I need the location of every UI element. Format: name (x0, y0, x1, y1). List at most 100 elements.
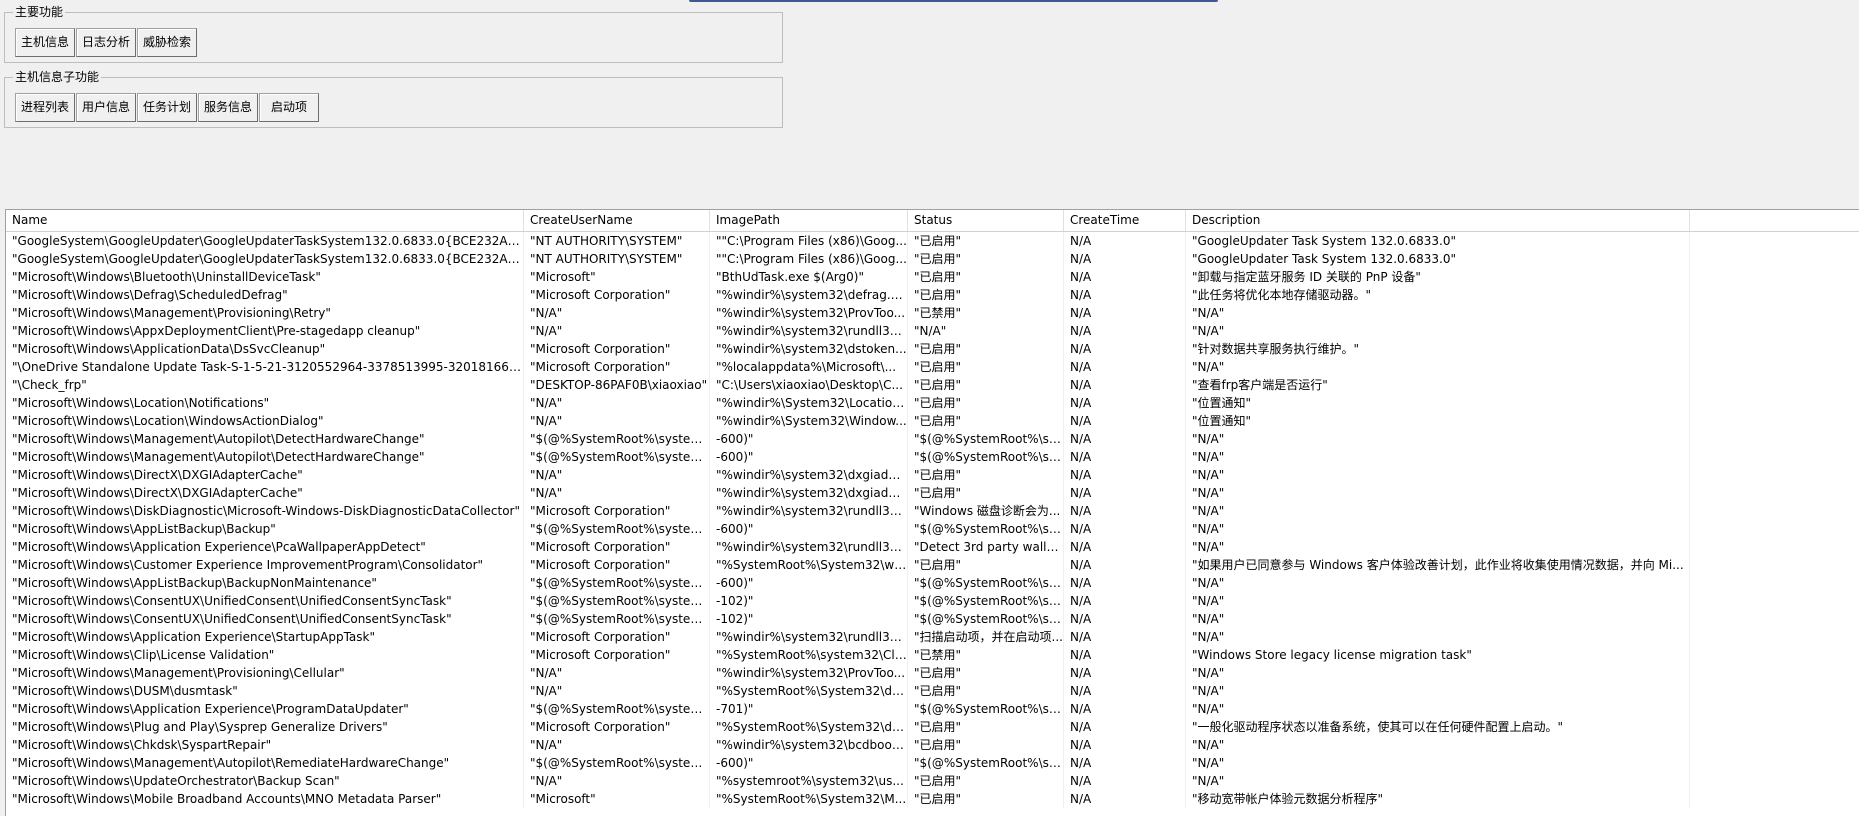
cell-status: "已启用" (908, 484, 1064, 502)
column-header-status[interactable]: Status (908, 210, 1064, 231)
table-row[interactable]: "Microsoft\Windows\Bluetooth\UninstallDe… (6, 268, 1859, 286)
host-info-subfunctions-legend: 主机信息子功能 (13, 69, 102, 85)
cell-create-user-name: "N/A" (524, 682, 710, 700)
host-info-button[interactable]: 主机信息 (15, 28, 76, 57)
table-row[interactable]: "\OneDrive Standalone Update Task-S-1-5-… (6, 358, 1859, 376)
table-row[interactable]: "Microsoft\Windows\Location\WindowsActio… (6, 412, 1859, 430)
cell-filler (1690, 286, 1859, 304)
table-row[interactable]: "Microsoft\Windows\DirectX\DXGIAdapterCa… (6, 484, 1859, 502)
table-row[interactable]: "Microsoft\Windows\Clip\License Validati… (6, 646, 1859, 664)
cell-image-path: "%SystemRoot%\System32\ws... (710, 556, 908, 574)
table-row[interactable]: "Microsoft\Windows\ConsentUX\UnifiedCons… (6, 592, 1859, 610)
process-list-button[interactable]: 进程列表 (15, 93, 76, 122)
table-row[interactable]: "Microsoft\Windows\Management\Provisioni… (6, 664, 1859, 682)
cell-status: "$(@%SystemRoot%\sy... (908, 520, 1064, 538)
cell-image-path: "%systemroot%\system32\us... (710, 772, 908, 790)
cell-image-path: "%windir%\system32\dstoken... (710, 340, 908, 358)
cell-create-time: N/A (1064, 412, 1186, 430)
table-row[interactable]: "GoogleSystem\GoogleUpdater\GoogleUpdate… (6, 250, 1859, 268)
table-row[interactable]: "Microsoft\Windows\Management\Autopilot\… (6, 754, 1859, 772)
table-row[interactable]: "Microsoft\Windows\Defrag\ScheduledDefra… (6, 286, 1859, 304)
cell-filler (1690, 610, 1859, 628)
cell-create-time: N/A (1064, 610, 1186, 628)
cell-status: "已启用" (908, 556, 1064, 574)
cell-filler (1690, 520, 1859, 538)
table-row[interactable]: "Microsoft\Windows\Management\Autopilot\… (6, 430, 1859, 448)
table-row[interactable]: "Microsoft\Windows\Plug and Play\Sysprep… (6, 718, 1859, 736)
table-row[interactable]: "Microsoft\Windows\Application Experienc… (6, 538, 1859, 556)
table-row[interactable]: "Microsoft\Windows\ConsentUX\UnifiedCons… (6, 610, 1859, 628)
table-row[interactable]: "Microsoft\Windows\AppListBackup\BackupN… (6, 574, 1859, 592)
table-row[interactable]: "Microsoft\Windows\DUSM\dusmtask" "N/A" "%… (6, 682, 1859, 700)
cell-name: "Microsoft\Windows\UpdateOrchestrator\Ba… (6, 772, 524, 790)
table-row[interactable]: "Microsoft\Windows\Customer Experience I… (6, 556, 1859, 574)
cell-status: "已启用" (908, 340, 1064, 358)
scheduled-tasks-button[interactable]: 任务计划 (137, 93, 198, 122)
cell-name: "Microsoft\Windows\Management\Autopilot\… (6, 430, 524, 448)
cell-description: "N/A" (1186, 358, 1690, 376)
cell-description: "位置通知" (1186, 412, 1690, 430)
table-row[interactable]: "Microsoft\Windows\Management\Autopilot\… (6, 448, 1859, 466)
cell-description: "位置通知" (1186, 394, 1690, 412)
cell-description: "N/A" (1186, 484, 1690, 502)
window-title-bar-edge (689, 0, 1218, 2)
cell-filler (1690, 232, 1859, 250)
cell-image-path: "%windir%\system32\ProvToo... (710, 304, 908, 322)
table-row[interactable]: "Microsoft\Windows\Chkdsk\SyspartRepair"… (6, 736, 1859, 754)
column-header-image-path[interactable]: ImagePath (710, 210, 908, 231)
cell-description: "移动宽带帐户体验元数据分析程序" (1186, 790, 1690, 808)
user-info-button[interactable]: 用户信息 (76, 93, 137, 122)
cell-create-user-name: "Microsoft Corporation" (524, 340, 710, 358)
cell-create-user-name: "$(@%SystemRoot%\system... (524, 610, 710, 628)
cell-image-path: "%windir%\system32\rundll32.... (710, 538, 908, 556)
cell-name: "Microsoft\Windows\Management\Autopilot\… (6, 754, 524, 772)
cell-filler (1690, 376, 1859, 394)
table-row[interactable]: "GoogleSystem\GoogleUpdater\GoogleUpdate… (6, 232, 1859, 250)
cell-create-user-name: "Microsoft Corporation" (524, 718, 710, 736)
cell-description: "N/A" (1186, 574, 1690, 592)
column-header-create-time[interactable]: CreateTime (1064, 210, 1186, 231)
cell-create-user-name: "$(@%SystemRoot%\system... (524, 754, 710, 772)
table-row[interactable]: "\Check_frp" "DESKTOP-86PAF0B\xiaoxiao" "C… (6, 376, 1859, 394)
table-row[interactable]: "Microsoft\Windows\AppxDeploymentClient\… (6, 322, 1859, 340)
log-analysis-button[interactable]: 日志分析 (76, 28, 137, 57)
cell-image-path: -600)" (710, 754, 908, 772)
cell-status: "已启用" (908, 664, 1064, 682)
cell-filler (1690, 772, 1859, 790)
cell-filler (1690, 250, 1859, 268)
scheduled-tasks-table[interactable]: Name CreateUserName ImagePath Status Cre… (5, 209, 1859, 816)
cell-create-user-name: "$(@%SystemRoot%\system... (524, 574, 710, 592)
service-info-button[interactable]: 服务信息 (198, 93, 259, 122)
cell-description: "N/A" (1186, 628, 1690, 646)
cell-description: "一般化驱动程序状态以准备系统，使其可以在任何硬件配置上启动。" (1186, 718, 1690, 736)
cell-create-time: N/A (1064, 754, 1186, 772)
table-row[interactable]: "Microsoft\Windows\ApplicationData\DsSvc… (6, 340, 1859, 358)
cell-description: "N/A" (1186, 592, 1690, 610)
table-row[interactable]: "Microsoft\Windows\DirectX\DXGIAdapterCa… (6, 466, 1859, 484)
table-row[interactable]: "Microsoft\Windows\AppListBackup\Backup"… (6, 520, 1859, 538)
table-row[interactable]: "Microsoft\Windows\Application Experienc… (6, 700, 1859, 718)
column-header-description[interactable]: Description (1186, 210, 1690, 231)
cell-status: "N/A" (908, 322, 1064, 340)
column-header-create-user-name[interactable]: CreateUserName (524, 210, 710, 231)
cell-image-path: "%windir%\System32\Location... (710, 394, 908, 412)
cell-filler (1690, 484, 1859, 502)
table-row[interactable]: "Microsoft\Windows\UpdateOrchestrator\Ba… (6, 772, 1859, 790)
startup-items-button[interactable]: 启动项 (259, 93, 320, 122)
cell-create-user-name: "N/A" (524, 772, 710, 790)
threat-search-button[interactable]: 威胁检索 (137, 28, 198, 57)
table-row[interactable]: "Microsoft\Windows\Location\Notification… (6, 394, 1859, 412)
cell-create-user-name: "Microsoft Corporation" (524, 556, 710, 574)
cell-status: "$(@%SystemRoot%\sy... (908, 574, 1064, 592)
table-row[interactable]: "Microsoft\Windows\Management\Provisioni… (6, 304, 1859, 322)
cell-create-time: N/A (1064, 376, 1186, 394)
table-row[interactable]: "Microsoft\Windows\Application Experienc… (6, 628, 1859, 646)
cell-create-user-name: "N/A" (524, 304, 710, 322)
table-row[interactable]: "Microsoft\Windows\DiskDiagnostic\Micros… (6, 502, 1859, 520)
cell-description: "N/A" (1186, 772, 1690, 790)
cell-status: "已启用" (908, 718, 1064, 736)
table-row[interactable]: "Microsoft\Windows\Mobile Broadband Acco… (6, 790, 1859, 808)
column-header-name[interactable]: Name (6, 210, 524, 231)
cell-description: "N/A" (1186, 736, 1690, 754)
cell-filler (1690, 664, 1859, 682)
